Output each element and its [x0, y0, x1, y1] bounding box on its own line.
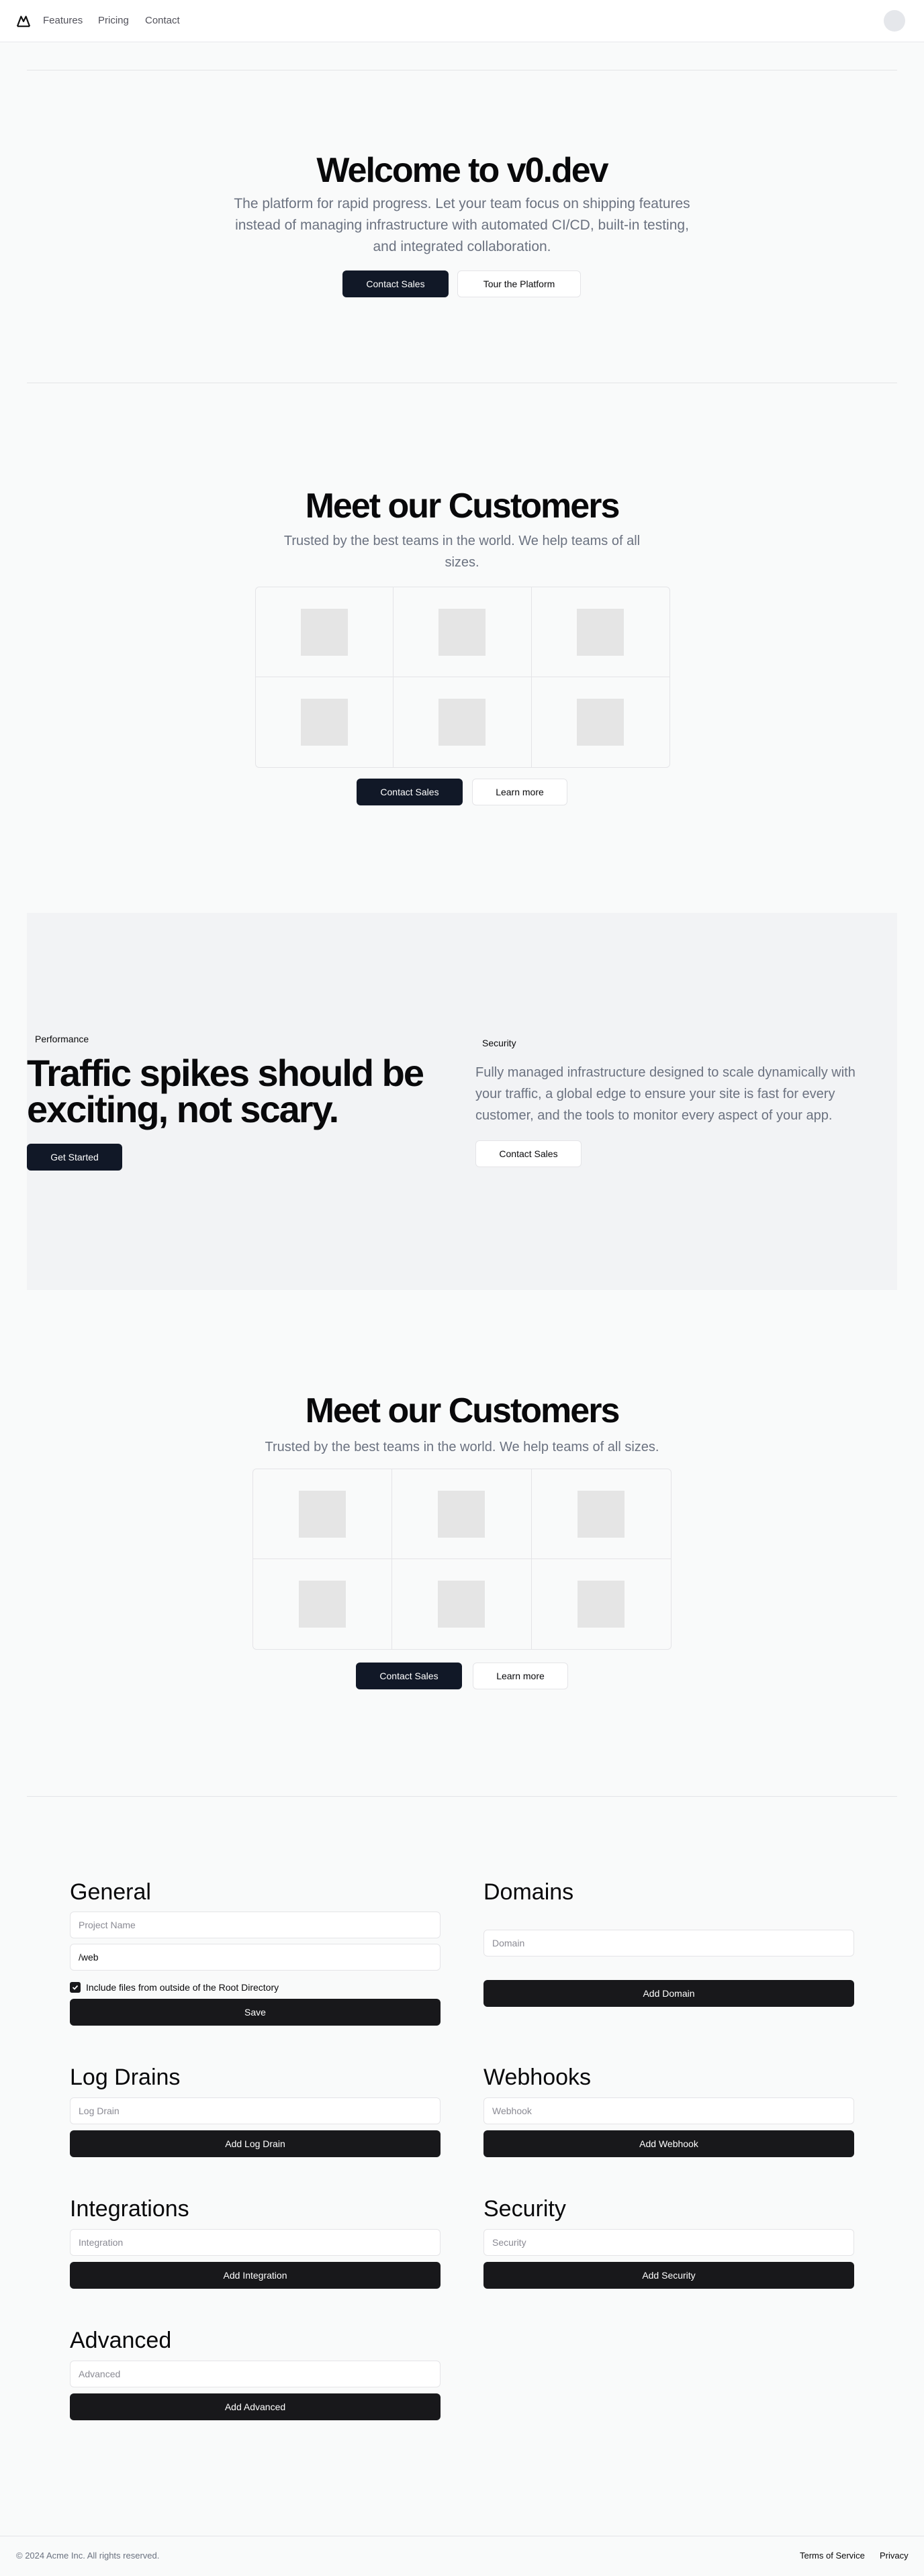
- user-avatar[interactable]: [884, 10, 905, 32]
- advanced-input[interactable]: [70, 2361, 441, 2387]
- customer-logo-cell: [253, 1469, 393, 1559]
- image-placeholder-icon: [438, 1581, 486, 1628]
- hero-subtitle-line: instead of managing infrastructure with …: [235, 217, 689, 233]
- performance-tag: Performance: [35, 1034, 89, 1044]
- include-files-label: Include files from outside of the Root D…: [86, 1982, 279, 1993]
- customer-logo-cell: [256, 677, 394, 767]
- customer-logo-cell: [253, 1559, 393, 1649]
- image-placeholder-icon: [299, 1581, 346, 1628]
- domain-input[interactable]: [483, 1930, 854, 1956]
- webhooks-title: Webhooks: [483, 2065, 592, 2090]
- security-tag: Security: [482, 1038, 516, 1048]
- customer-logo-cell: [532, 677, 669, 767]
- image-placeholder-icon: [299, 1490, 346, 1538]
- root-directory-input[interactable]: [70, 1944, 441, 1971]
- performance-description-line: Fully managed infrastructure designed to…: [475, 1065, 856, 1080]
- contact-sales-button[interactable]: Contact Sales: [356, 1663, 462, 1689]
- customers-subtitle-line: sizes.: [445, 555, 479, 570]
- get-started-button[interactable]: Get Started: [27, 1144, 122, 1171]
- add-security-button[interactable]: Add Security: [483, 2262, 854, 2289]
- performance-headline: Traffic spikes should be exciting, not s…: [27, 1052, 424, 1130]
- nav-link-features[interactable]: Features: [43, 15, 83, 26]
- customers-title: Meet our Customers: [305, 487, 620, 526]
- image-placeholder-icon: [438, 608, 486, 656]
- hero-subtitle-line: and integrated collaboration.: [373, 239, 551, 254]
- customers-subtitle: Trusted by the best teams in the world. …: [0, 530, 924, 573]
- customer-logo-cell: [392, 1559, 532, 1649]
- performance-description-line: your traffic, a global edge to ensure yo…: [475, 1087, 835, 1101]
- add-log-drain-button[interactable]: Add Log Drain: [70, 2130, 441, 2157]
- customer-logo-cell: [394, 677, 532, 767]
- performance-headline-line: exciting, not scary.: [27, 1088, 339, 1130]
- customer-logo-cell: [256, 587, 394, 677]
- customer-logo-grid: [255, 587, 670, 768]
- image-placeholder-icon: [578, 1581, 625, 1628]
- tour-platform-button[interactable]: Tour the Platform: [457, 270, 581, 297]
- image-placeholder-icon: [438, 1490, 486, 1538]
- security-input[interactable]: [483, 2229, 854, 2256]
- mountain-logo-icon[interactable]: [16, 14, 31, 28]
- nav-link-contact[interactable]: Contact: [145, 15, 180, 26]
- image-placeholder-icon: [577, 608, 625, 656]
- copyright-text: © 2024 Acme Inc. All rights reserved.: [16, 2550, 160, 2561]
- image-placeholder-icon: [301, 608, 349, 656]
- add-webhook-button[interactable]: Add Webhook: [483, 2130, 854, 2157]
- performance-headline-line: Traffic spikes should be: [27, 1052, 424, 1094]
- advanced-title: Advanced: [70, 2328, 172, 2353]
- integrations-title: Integrations: [70, 2196, 189, 2222]
- customers-title: Meet our Customers: [305, 1391, 620, 1430]
- general-title: General: [70, 1879, 151, 1905]
- terms-of-service-link[interactable]: Terms of Service: [800, 2550, 865, 2561]
- customer-logo-cell: [532, 1559, 671, 1649]
- learn-more-button[interactable]: Learn more: [473, 1663, 568, 1689]
- learn-more-button[interactable]: Learn more: [472, 779, 567, 805]
- add-integration-button[interactable]: Add Integration: [70, 2262, 441, 2289]
- image-placeholder-icon: [578, 1490, 625, 1538]
- save-button[interactable]: Save: [70, 1999, 441, 2026]
- image-placeholder-icon: [438, 699, 486, 746]
- webhook-input[interactable]: [483, 2097, 854, 2124]
- log-drain-input[interactable]: [70, 2097, 441, 2124]
- customers-subtitle-line: Trusted by the best teams in the world. …: [283, 534, 641, 548]
- domains-title: Domains: [483, 1879, 574, 1905]
- log-drains-title: Log Drains: [70, 2065, 181, 2090]
- hero-subtitle: The platform for rapid progress. Let you…: [0, 193, 924, 258]
- image-placeholder-icon: [577, 699, 625, 746]
- customer-logo-grid: [252, 1469, 672, 1650]
- customer-logo-cell: [531, 587, 669, 677]
- check-icon: [72, 1985, 79, 1990]
- integration-input[interactable]: [70, 2229, 441, 2256]
- include-files-checkbox[interactable]: [70, 1982, 81, 1993]
- customer-logo-cell: [531, 1469, 671, 1559]
- hero-subtitle-line: The platform for rapid progress. Let you…: [234, 196, 690, 211]
- customer-logo-cell: [394, 587, 532, 677]
- nav-link-pricing[interactable]: Pricing: [98, 15, 129, 26]
- customer-logo-cell: [392, 1469, 532, 1559]
- customers-subtitle: Trusted by the best teams in the world. …: [265, 1440, 659, 1454]
- contact-sales-button[interactable]: Contact Sales: [475, 1140, 582, 1167]
- add-advanced-button[interactable]: Add Advanced: [70, 2393, 441, 2420]
- contact-sales-button[interactable]: Contact Sales: [342, 270, 449, 297]
- performance-description: Fully managed infrastructure designed to…: [475, 1062, 856, 1126]
- section-divider: [27, 1796, 897, 1797]
- project-name-input[interactable]: [70, 1912, 441, 1938]
- add-domain-button[interactable]: Add Domain: [483, 1980, 854, 2007]
- privacy-link[interactable]: Privacy: [880, 2550, 909, 2561]
- performance-description-line: customer, and the tools to monitor every…: [475, 1108, 833, 1123]
- top-navigation-bar: Features Pricing Contact: [0, 0, 924, 42]
- contact-sales-button[interactable]: Contact Sales: [357, 779, 463, 805]
- image-placeholder-icon: [301, 699, 349, 746]
- security-title: Security: [483, 2196, 566, 2222]
- hero-title: Welcome to v0.dev: [316, 151, 608, 190]
